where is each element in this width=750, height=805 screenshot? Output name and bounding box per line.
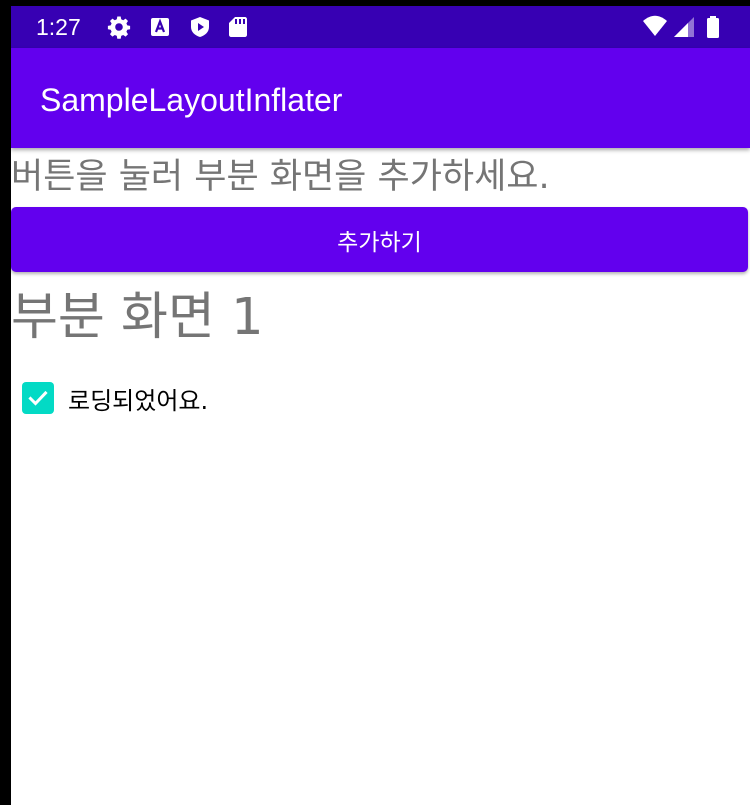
add-button[interactable]: 추가하기 <box>11 207 748 272</box>
app-title: SampleLayoutInflater <box>40 82 343 118</box>
sd-card-icon <box>226 15 250 39</box>
checkbox-label: 로딩되었어요. <box>68 386 209 415</box>
wifi-icon <box>642 15 667 39</box>
device-frame: 1:27 SampleLayoutInflater 버튼을 눌러 부분 화면을 … <box>0 0 750 805</box>
font-a-icon <box>148 15 172 39</box>
instruction-text: 버튼을 눌러 부분 화면을 추가하세요. <box>11 157 550 197</box>
play-shield-icon <box>188 15 212 39</box>
check-icon <box>28 390 48 406</box>
signal-icon <box>672 15 696 39</box>
battery-icon <box>705 15 729 39</box>
status-time: 1:27 <box>36 14 81 40</box>
sub-layout-title: 부분 화면 1 <box>11 288 264 347</box>
app-screen: 1:27 SampleLayoutInflater 버튼을 눌러 부분 화면을 … <box>11 6 750 805</box>
gear-icon <box>107 15 131 39</box>
checkbox[interactable] <box>22 382 54 414</box>
status-bar: 1:27 <box>11 6 750 48</box>
app-bar: SampleLayoutInflater <box>11 48 750 148</box>
loaded-checkbox-row[interactable]: 로딩되었어요. <box>22 380 208 416</box>
